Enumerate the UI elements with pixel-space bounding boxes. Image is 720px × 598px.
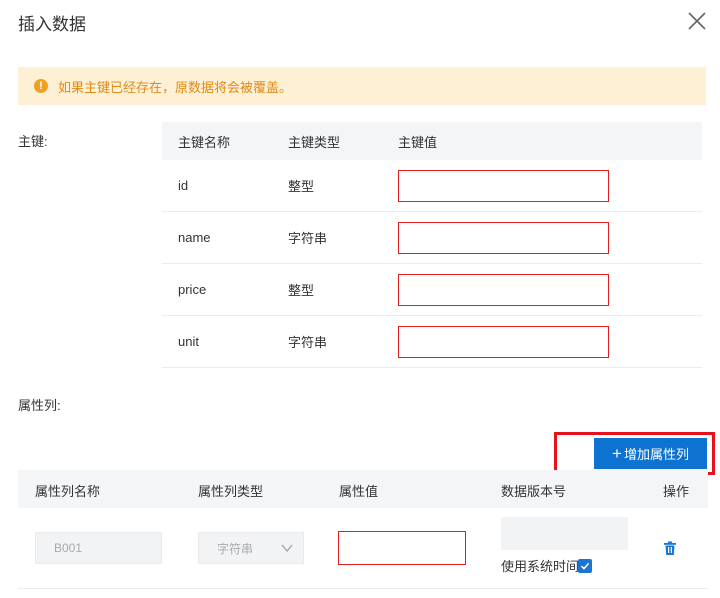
table-row: price 整型 — [162, 264, 702, 316]
key-name-cell: unit — [178, 334, 199, 349]
primary-key-header: 主键名称 主键类型 主键值 — [162, 122, 702, 160]
trash-icon[interactable] — [663, 541, 677, 556]
header-key-name: 主键名称 — [178, 134, 231, 150]
alert-text: 如果主键已经存在，原数据将会被覆盖。 — [58, 79, 293, 95]
key-type-cell: 整型 — [288, 179, 315, 194]
header-version: 数据版本号 — [501, 484, 567, 499]
use-system-time-checkbox[interactable] — [578, 559, 592, 573]
dialog-title: 插入数据 — [18, 15, 86, 34]
check-icon — [580, 562, 590, 570]
header-attr-type: 属性列类型 — [198, 484, 264, 499]
warning-alert: ! 如果主键已经存在，原数据将会被覆盖。 — [18, 67, 706, 105]
table-row: id 整型 — [162, 160, 702, 212]
attributes-header: 属性列名称 属性列类型 属性值 数据版本号 操作 — [18, 470, 708, 508]
key-value-input-unit[interactable] — [398, 325, 609, 358]
key-name-cell: price — [178, 282, 207, 297]
divider — [18, 588, 708, 589]
attr-value-input[interactable] — [338, 531, 466, 565]
add-attribute-label: 增加属性列 — [623, 447, 689, 462]
header-key-type: 主键类型 — [288, 134, 341, 150]
table-row: unit 字符串 — [162, 316, 702, 368]
key-type-cell: 字符串 — [288, 335, 328, 350]
key-name-cell: name — [178, 230, 211, 245]
table-row: name 字符串 — [162, 212, 702, 264]
version-input — [501, 517, 628, 550]
header-attr-name: 属性列名称 — [35, 484, 101, 499]
key-name-cell: id — [178, 178, 189, 193]
key-value-input-name[interactable] — [398, 221, 609, 254]
header-attr-value: 属性值 — [339, 484, 379, 499]
primary-key-label: 主键: — [18, 134, 48, 149]
plus-icon: + — [612, 444, 622, 463]
attr-name-field: B001 — [35, 532, 162, 564]
close-icon[interactable] — [686, 10, 708, 32]
key-type-cell: 整型 — [288, 283, 315, 298]
primary-key-table: 主键名称 主键类型 主键值 id 整型 name 字符串 price 整型 un… — [162, 122, 702, 368]
key-type-cell: 字符串 — [288, 231, 328, 246]
warning-icon: ! — [34, 79, 48, 93]
key-value-input-price[interactable] — [398, 273, 609, 306]
add-attribute-button[interactable]: + 增加属性列 — [594, 438, 707, 469]
attributes-label: 属性列: — [18, 398, 61, 413]
header-key-value: 主键值 — [398, 134, 438, 150]
key-value-input-id[interactable] — [398, 169, 609, 202]
chevron-down-icon — [281, 544, 293, 553]
use-system-time-label: 使用系统时间 — [501, 559, 580, 574]
header-actions: 操作 — [663, 484, 690, 499]
